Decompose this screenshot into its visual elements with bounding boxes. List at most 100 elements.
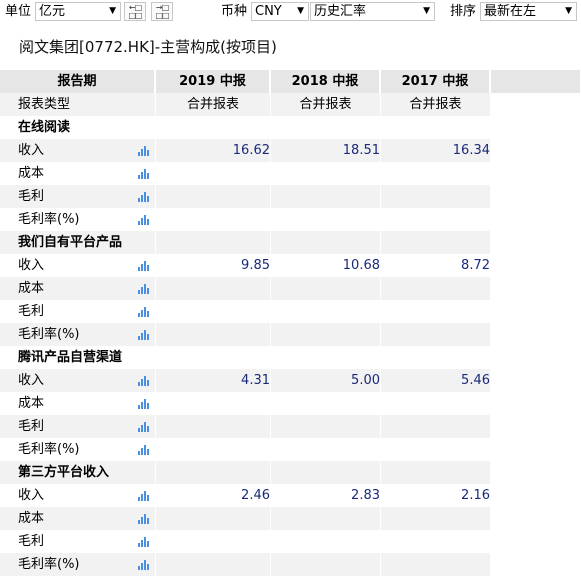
bar-chart-icon[interactable] xyxy=(138,444,149,455)
row-label-cell: 成本 xyxy=(0,162,155,185)
row-label: 成本 xyxy=(18,396,45,411)
row-label: 毛利率(%) xyxy=(18,212,80,227)
table-row: 毛利率(%) xyxy=(0,553,581,576)
row-label-cell: 成本 xyxy=(0,277,155,300)
currency-label: 币种 xyxy=(221,4,248,19)
row-label-cell: 收入 xyxy=(0,369,155,392)
table-header-row: 报告期 2019 中报 2018 中报 2017 中报 xyxy=(0,70,581,93)
row-label-cell: 收入 xyxy=(0,254,155,277)
bar-chart-icon[interactable] xyxy=(138,191,149,202)
currency-select[interactable]: CNY ▼ xyxy=(251,2,309,21)
sort-select[interactable]: 最新在左 ▼ xyxy=(480,2,577,21)
empty-cell xyxy=(271,116,380,139)
empty-cell xyxy=(381,461,490,484)
value-cell xyxy=(381,277,490,300)
bar-chart-icon[interactable] xyxy=(138,283,149,294)
bar-chart-icon[interactable] xyxy=(138,513,149,524)
value-cell xyxy=(271,162,380,185)
row-label: 收入 xyxy=(18,373,45,388)
table-row: 毛利 xyxy=(0,530,581,553)
value-cell xyxy=(381,415,490,438)
value-cell: 2.46 xyxy=(241,488,270,503)
bar-chart-icon[interactable] xyxy=(138,145,149,156)
expand-right-icon[interactable]: →□ □□ xyxy=(151,2,173,21)
value-cell: 8.72 xyxy=(461,258,490,273)
row-label-cell: 毛利 xyxy=(0,530,155,553)
header-period: 报告期 xyxy=(0,70,155,93)
bar-chart-icon[interactable] xyxy=(138,214,149,225)
row-label: 毛利率(%) xyxy=(18,327,80,342)
table-row: 收入 16.62 18.51 16.34 xyxy=(0,139,581,162)
table-row: 毛利率(%) xyxy=(0,323,581,346)
value-cell xyxy=(156,553,270,576)
bar-chart-icon[interactable] xyxy=(138,421,149,432)
unit-select[interactable]: 亿元 ▼ xyxy=(35,2,121,21)
empty-cell xyxy=(381,346,490,369)
bar-chart-icon[interactable] xyxy=(138,398,149,409)
value-cell xyxy=(271,438,380,461)
empty-cell xyxy=(156,461,270,484)
row-label: 毛利率(%) xyxy=(18,557,80,572)
value-cell xyxy=(381,507,490,530)
bar-chart-icon[interactable] xyxy=(138,559,149,570)
empty-cell xyxy=(381,231,490,254)
table-row: 收入 9.85 10.68 8.72 xyxy=(0,254,581,277)
value-cell: 10.68 xyxy=(342,258,380,273)
bar-chart-icon[interactable] xyxy=(138,329,149,340)
empty-cell xyxy=(156,346,270,369)
value-cell xyxy=(381,392,490,415)
unit-label: 单位 xyxy=(5,4,32,19)
report-type-row: 报表类型 合并报表 合并报表 合并报表 xyxy=(0,93,581,116)
value-cell xyxy=(271,392,380,415)
value-cell xyxy=(156,415,270,438)
row-label-cell: 成本 xyxy=(0,392,155,415)
section-title: 在线阅读 xyxy=(18,120,71,135)
row-label: 成本 xyxy=(18,166,45,181)
header-filler xyxy=(491,70,581,93)
value-cell xyxy=(381,162,490,185)
value-cell xyxy=(156,208,270,231)
empty-cell xyxy=(156,231,270,254)
bar-chart-icon[interactable] xyxy=(138,260,149,271)
chevron-down-icon: ▼ xyxy=(565,6,572,16)
table-row: 毛利率(%) xyxy=(0,208,581,231)
bar-chart-icon[interactable] xyxy=(138,536,149,547)
value-cell: 16.62 xyxy=(156,139,270,162)
value-cell xyxy=(381,438,490,461)
header-col-1[interactable]: 2019 中报 xyxy=(156,70,270,93)
value-cell: 2.16 xyxy=(461,488,490,503)
section-title: 腾讯产品自营渠道 xyxy=(18,350,123,365)
value-cell xyxy=(381,530,490,553)
header-col-2[interactable]: 2018 中报 xyxy=(271,70,380,93)
exchange-rate-select[interactable]: 历史汇率 ▼ xyxy=(310,2,435,21)
bar-chart-icon[interactable] xyxy=(138,306,149,317)
page-title: 阅文集团[0772.HK]-主营构成(按项目) xyxy=(19,38,277,56)
bar-chart-icon[interactable] xyxy=(138,375,149,386)
row-label-cell: 毛利 xyxy=(0,415,155,438)
bar-chart-icon[interactable] xyxy=(138,168,149,179)
value-cell: 16.34 xyxy=(381,139,490,162)
row-label: 毛利 xyxy=(18,534,45,549)
row-label-cell: 毛利率(%) xyxy=(0,323,155,346)
chevron-down-icon: ▼ xyxy=(297,6,304,16)
value-cell xyxy=(271,300,380,323)
value-cell xyxy=(156,300,270,323)
expand-left-icon[interactable]: ←□ □□ xyxy=(124,2,146,21)
section-header-row: 第三方平台收入 xyxy=(0,461,581,484)
value-cell xyxy=(156,507,270,530)
value-cell xyxy=(271,507,380,530)
header-col-3[interactable]: 2017 中报 xyxy=(381,70,490,93)
section-header-row: 我们自有平台产品 xyxy=(0,231,581,254)
value-cell xyxy=(156,392,270,415)
empty-cell xyxy=(271,461,380,484)
table-row: 收入 4.31 5.00 5.46 xyxy=(0,369,581,392)
value-cell: 5.46 xyxy=(381,369,490,392)
sort-label: 排序 xyxy=(450,4,477,19)
row-label-cell: 收入 xyxy=(0,484,155,507)
empty-cell xyxy=(156,116,270,139)
toolbar: 单位 亿元 ▼ ←□ □□ →□ □□ 币种 CNY ▼ 历史汇率 ▼ 排序 最新在… xyxy=(0,0,581,24)
section-header-row: 腾讯产品自营渠道 xyxy=(0,346,581,369)
currency-select-value: CNY xyxy=(255,4,282,19)
row-label: 成本 xyxy=(18,281,45,296)
bar-chart-icon[interactable] xyxy=(138,490,149,501)
